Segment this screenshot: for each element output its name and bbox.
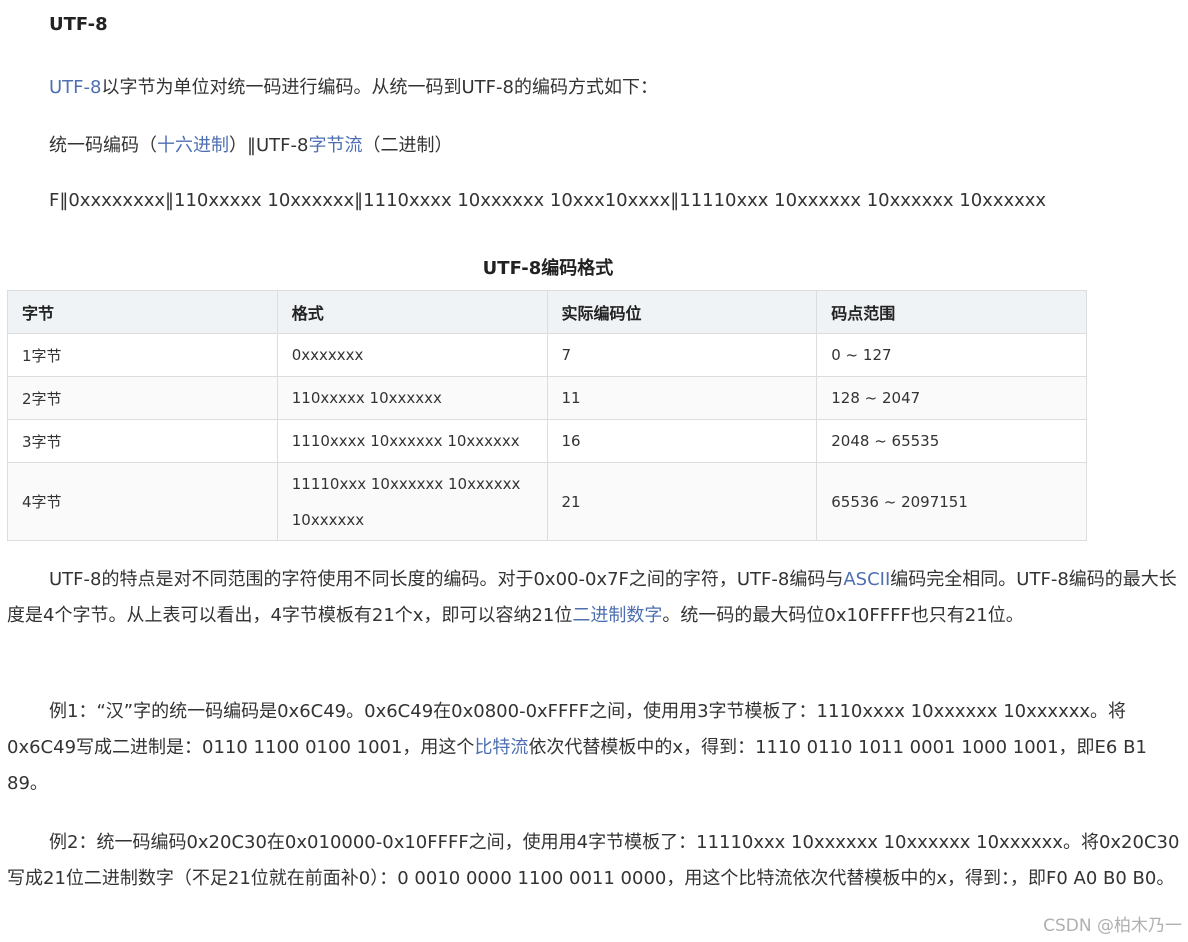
cell-bits: 7 <box>546 333 818 377</box>
article-content: UTF-8 UTF-8以字节为单位对统一码进行编码。从统一码到UTF-8的编码方… <box>0 0 1188 942</box>
cell-format: 1110xxxx 10xxxxxx 10xxxxxx <box>276 419 548 463</box>
bitstream-link[interactable]: 比特流 <box>474 737 528 758</box>
hexadecimal-link[interactable]: 十六进制 <box>157 135 229 156</box>
cell-bytes: 2字节 <box>7 376 278 420</box>
cell-range: 2048 ~ 65535 <box>816 419 1087 463</box>
table-row: 1字节 0xxxxxxx 7 0 ~ 127 <box>7 333 1087 377</box>
ascii-link[interactable]: ASCII <box>843 569 890 590</box>
paragraph-characteristics: UTF-8的特点是对不同范围的字符使用不同长度的编码。对于0x00-0x7F之间… <box>7 562 1185 634</box>
cell-bytes: 1字节 <box>7 333 278 377</box>
cell-range: 128 ~ 2047 <box>816 376 1087 420</box>
header-format: 格式 <box>276 290 548 334</box>
section-heading: UTF-8 <box>49 14 108 35</box>
paragraph-example-1: 例1：“汉”字的统一码编码是0x6C49。0x6C49在0x0800-0xFFF… <box>7 694 1185 802</box>
cell-bits: 11 <box>546 376 818 420</box>
cell-range: 65536 ~ 2097151 <box>816 462 1087 541</box>
mapping-text-2: ）‖UTF-8 <box>229 135 309 156</box>
header-range: 码点范围 <box>816 290 1087 334</box>
cell-bytes: 3字节 <box>7 419 278 463</box>
para1-text-3: 。统一码的最大码位0x10FFFF也只有21位。 <box>662 605 1024 626</box>
cell-format: 0xxxxxxx <box>276 333 548 377</box>
intro-line: UTF-8以字节为单位对统一码进行编码。从统一码到UTF-8的编码方式如下： <box>49 73 658 99</box>
header-bytes: 字节 <box>7 290 278 334</box>
mapping-header-line: 统一码编码（十六进制）‖UTF-8字节流（二进制） <box>49 131 452 157</box>
mapping-text-3: （二进制） <box>362 135 453 156</box>
binary-digits-link[interactable]: 二进制数字 <box>572 605 662 626</box>
cell-bits: 16 <box>546 419 818 463</box>
table-row: 2字节 110xxxxx 10xxxxxx 11 128 ~ 2047 <box>7 376 1087 420</box>
table-row: 4字节 11110xxx 10xxxxxx 10xxxxxx 10xxxxxx … <box>7 462 1087 541</box>
cell-bytes: 4字节 <box>7 462 278 541</box>
header-bits: 实际编码位 <box>546 290 818 334</box>
utf8-format-table: 字节 格式 实际编码位 码点范围 1字节 0xxxxxxx 7 0 ~ 127 … <box>7 290 1087 541</box>
cell-bits: 21 <box>546 462 818 541</box>
intro-text: 以字节为单位对统一码进行编码。从统一码到UTF-8的编码方式如下： <box>101 77 658 98</box>
table-row: 3字节 1110xxxx 10xxxxxx 10xxxxxx 16 2048 ~… <box>7 419 1087 463</box>
cell-range: 0 ~ 127 <box>816 333 1087 377</box>
utf8-link[interactable]: UTF-8 <box>49 77 101 98</box>
table-caption: UTF-8编码格式 <box>482 258 614 279</box>
format-line: F‖0xxxxxxxx‖110xxxxx 10xxxxxx‖1110xxxx 1… <box>49 190 1047 211</box>
paragraph-example-2: 例2：统一码编码0x20C30在0x010000-0x10FFFF之间，使用用4… <box>7 832 1180 889</box>
cell-format: 110xxxxx 10xxxxxx <box>276 376 548 420</box>
table-header-row: 字节 格式 实际编码位 码点范围 <box>7 290 1087 334</box>
csdn-watermark: CSDN @柏木乃一 <box>1043 916 1182 936</box>
para1-text-1: UTF-8的特点是对不同范围的字符使用不同长度的编码。对于0x00-0x7F之间… <box>49 569 844 590</box>
mapping-text-1: 统一码编码（ <box>49 135 157 156</box>
byte-stream-link[interactable]: 字节流 <box>308 135 362 156</box>
cell-format: 11110xxx 10xxxxxx 10xxxxxx 10xxxxxx <box>276 462 548 541</box>
